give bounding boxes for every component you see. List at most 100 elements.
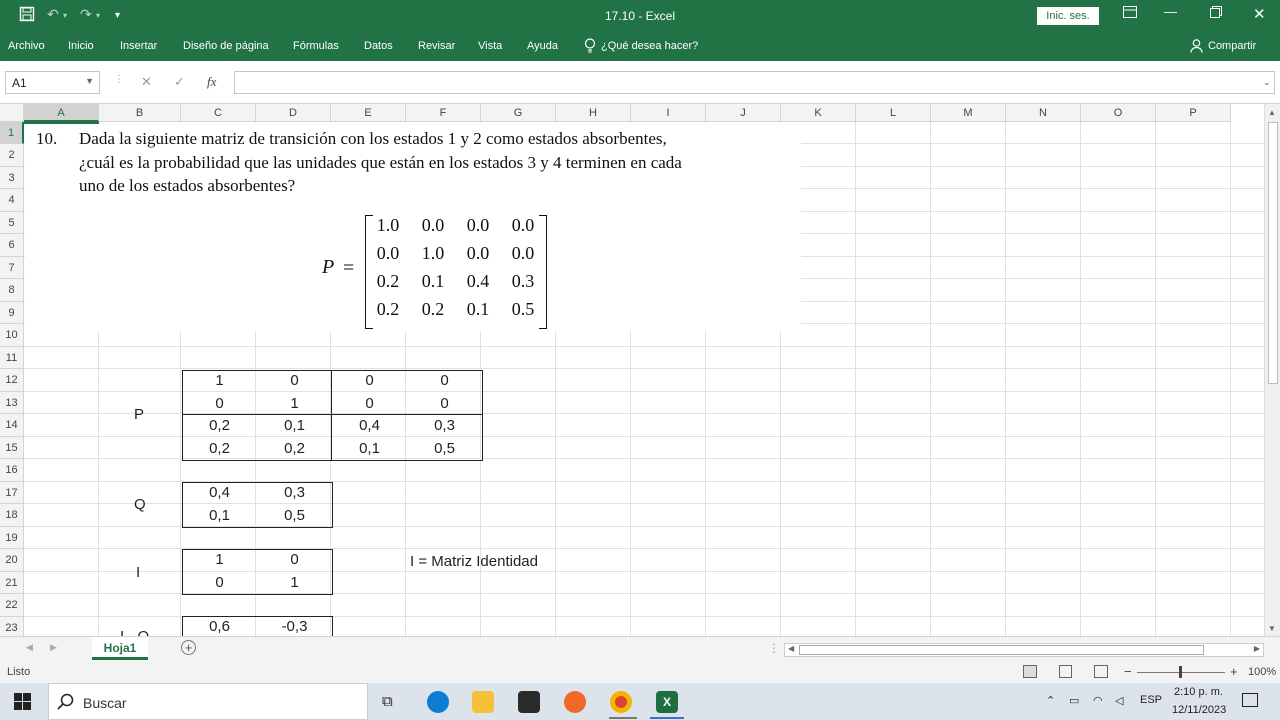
zoom-in-button[interactable]: +	[1230, 664, 1238, 679]
vertical-scroll-thumb[interactable]	[1268, 122, 1278, 384]
p-matrix-cell[interactable]: 0	[407, 393, 482, 416]
chrome-icon[interactable]	[610, 691, 632, 713]
q-matrix-cell[interactable]: 0,5	[257, 505, 332, 528]
p-matrix-cell[interactable]: 0,1	[257, 415, 332, 438]
row-header-15[interactable]: 15	[0, 437, 24, 459]
column-header-o[interactable]: O	[1081, 104, 1156, 122]
identity-matrix-cell[interactable]: 0	[182, 572, 257, 595]
vertical-scrollbar[interactable]: ▲ ▼	[1264, 104, 1280, 636]
clock-time[interactable]: 2:10 p. m.	[1174, 686, 1223, 698]
zoom-slider-thumb[interactable]	[1179, 666, 1182, 678]
row-header-23[interactable]: 23	[0, 617, 24, 636]
row-header-2[interactable]: 2	[0, 144, 24, 167]
row-header-19[interactable]: 19	[0, 527, 24, 549]
row-header-22[interactable]: 22	[0, 594, 24, 617]
row-header-5[interactable]: 5	[0, 212, 24, 234]
row-header-6[interactable]: 6	[0, 234, 24, 257]
tab-formulas[interactable]: Fórmulas	[293, 40, 339, 52]
p-label[interactable]: P	[134, 406, 144, 423]
enter-icon[interactable]: ✓	[174, 74, 185, 90]
row-header-1[interactable]: 1	[0, 122, 24, 144]
p-matrix-cell[interactable]: 0,3	[407, 415, 482, 438]
row-header-10[interactable]: 10	[0, 324, 24, 347]
taskbar-search[interactable]: Buscar	[48, 683, 368, 720]
zoom-out-button[interactable]: −	[1124, 664, 1132, 679]
row-header-20[interactable]: 20	[0, 549, 24, 572]
sheet-tab-hoja1[interactable]: Hoja1	[92, 637, 148, 660]
task-view-icon[interactable]: ⧉	[382, 693, 393, 710]
page-break-icon[interactable]	[1094, 665, 1108, 678]
identity-matrix-cell[interactable]: 1	[182, 549, 257, 572]
tell-me-search[interactable]: ¿Qué desea hacer?	[601, 40, 698, 52]
column-header-c[interactable]: C	[181, 104, 256, 122]
tab-split-handle[interactable]: ⋮	[768, 641, 780, 655]
zoom-level[interactable]: 100%	[1248, 666, 1276, 678]
row-header-17[interactable]: 17	[0, 482, 24, 504]
p-matrix-cell[interactable]: 0,5	[407, 438, 482, 461]
p-matrix-cell[interactable]: 0	[332, 393, 407, 416]
row-header-18[interactable]: 18	[0, 504, 24, 527]
identity-matrix-cell[interactable]: 0	[257, 549, 332, 572]
tab-datos[interactable]: Datos	[364, 40, 393, 52]
horizontal-scrollbar[interactable]: ◀ ▶	[784, 643, 1264, 657]
i-label[interactable]: I	[136, 564, 140, 581]
row-header-16[interactable]: 16	[0, 459, 24, 482]
worksheet-grid[interactable]: A B C D E F G H I J K L M N O P 1 2 3 4 5 6 7 8 9 10 11 12 13 14 15 16 1…	[0, 104, 1264, 636]
notifications-icon[interactable]	[1242, 693, 1258, 707]
row-header-9[interactable]: 9	[0, 302, 24, 324]
row-header-21[interactable]: 21	[0, 572, 24, 594]
p-matrix-cell[interactable]: 0,2	[182, 415, 257, 438]
column-header-e[interactable]: E	[331, 104, 406, 122]
column-header-m[interactable]: M	[931, 104, 1006, 122]
p-matrix-cell[interactable]: 0,1	[332, 438, 407, 461]
column-header-p[interactable]: P	[1156, 104, 1231, 122]
close-icon[interactable]: ✕	[1253, 5, 1266, 23]
problem-picture[interactable]: 10. Dada la siguiente matriz de transici…	[25, 123, 801, 331]
name-box[interactable]: A1 ▼	[5, 71, 100, 94]
column-header-j[interactable]: J	[706, 104, 781, 122]
column-header-i[interactable]: I	[631, 104, 706, 122]
q-label[interactable]: Q	[134, 496, 146, 513]
sign-in-button[interactable]: Inic. ses.	[1037, 7, 1099, 25]
excel-icon[interactable]: X	[656, 691, 678, 713]
minimize-icon[interactable]: —	[1164, 4, 1177, 19]
scroll-down-icon[interactable]: ▼	[1268, 624, 1276, 633]
insert-function-icon[interactable]: fx	[207, 74, 216, 90]
wifi-icon[interactable]: ◠	[1093, 694, 1103, 707]
next-sheet-icon[interactable]: ▶	[50, 642, 57, 653]
restore-icon[interactable]	[1210, 6, 1222, 21]
identity-matrix-cell[interactable]: 1	[257, 572, 332, 595]
q-matrix-cell[interactable]: 0,3	[257, 482, 332, 505]
scroll-right-icon[interactable]: ▶	[1254, 644, 1260, 653]
language-indicator[interactable]: ESP	[1140, 694, 1162, 706]
row-header-8[interactable]: 8	[0, 279, 24, 302]
cancel-icon[interactable]: ✕	[141, 74, 152, 90]
column-header-f[interactable]: F	[406, 104, 481, 122]
clock-date[interactable]: 12/11/2023	[1172, 704, 1226, 716]
firefox-icon[interactable]	[564, 691, 586, 713]
p-matrix-cell[interactable]: 1	[257, 393, 332, 416]
q-matrix-cell[interactable]: 0,1	[182, 505, 257, 528]
column-header-k[interactable]: K	[781, 104, 856, 122]
mail-icon[interactable]	[518, 691, 540, 713]
p-matrix-cell[interactable]: 0	[332, 370, 407, 393]
tab-ayuda[interactable]: Ayuda	[527, 40, 558, 52]
ribbon-display-icon[interactable]	[1123, 6, 1137, 21]
column-header-d[interactable]: D	[256, 104, 331, 122]
p-matrix-cell[interactable]: 0,2	[257, 438, 332, 461]
row-header-12[interactable]: 12	[0, 369, 24, 392]
column-header-g[interactable]: G	[481, 104, 556, 122]
i-minus-q-matrix-cell[interactable]: -0,3	[257, 616, 332, 636]
page-layout-icon[interactable]	[1059, 665, 1072, 678]
p-matrix-cell[interactable]: 0,4	[332, 415, 407, 438]
row-header-7[interactable]: 7	[0, 257, 24, 279]
identity-note[interactable]: I = Matriz Identidad	[410, 553, 538, 570]
tab-revisar[interactable]: Revisar	[418, 40, 455, 52]
p-matrix-cell[interactable]: 0	[182, 393, 257, 416]
tab-archivo[interactable]: Archivo	[8, 40, 45, 52]
row-header-14[interactable]: 14	[0, 414, 24, 437]
formula-input[interactable]	[234, 71, 1275, 94]
edge-icon[interactable]	[427, 691, 449, 713]
select-all-corner[interactable]	[0, 104, 24, 122]
expand-formula-icon[interactable]: ⌄	[1263, 77, 1271, 88]
